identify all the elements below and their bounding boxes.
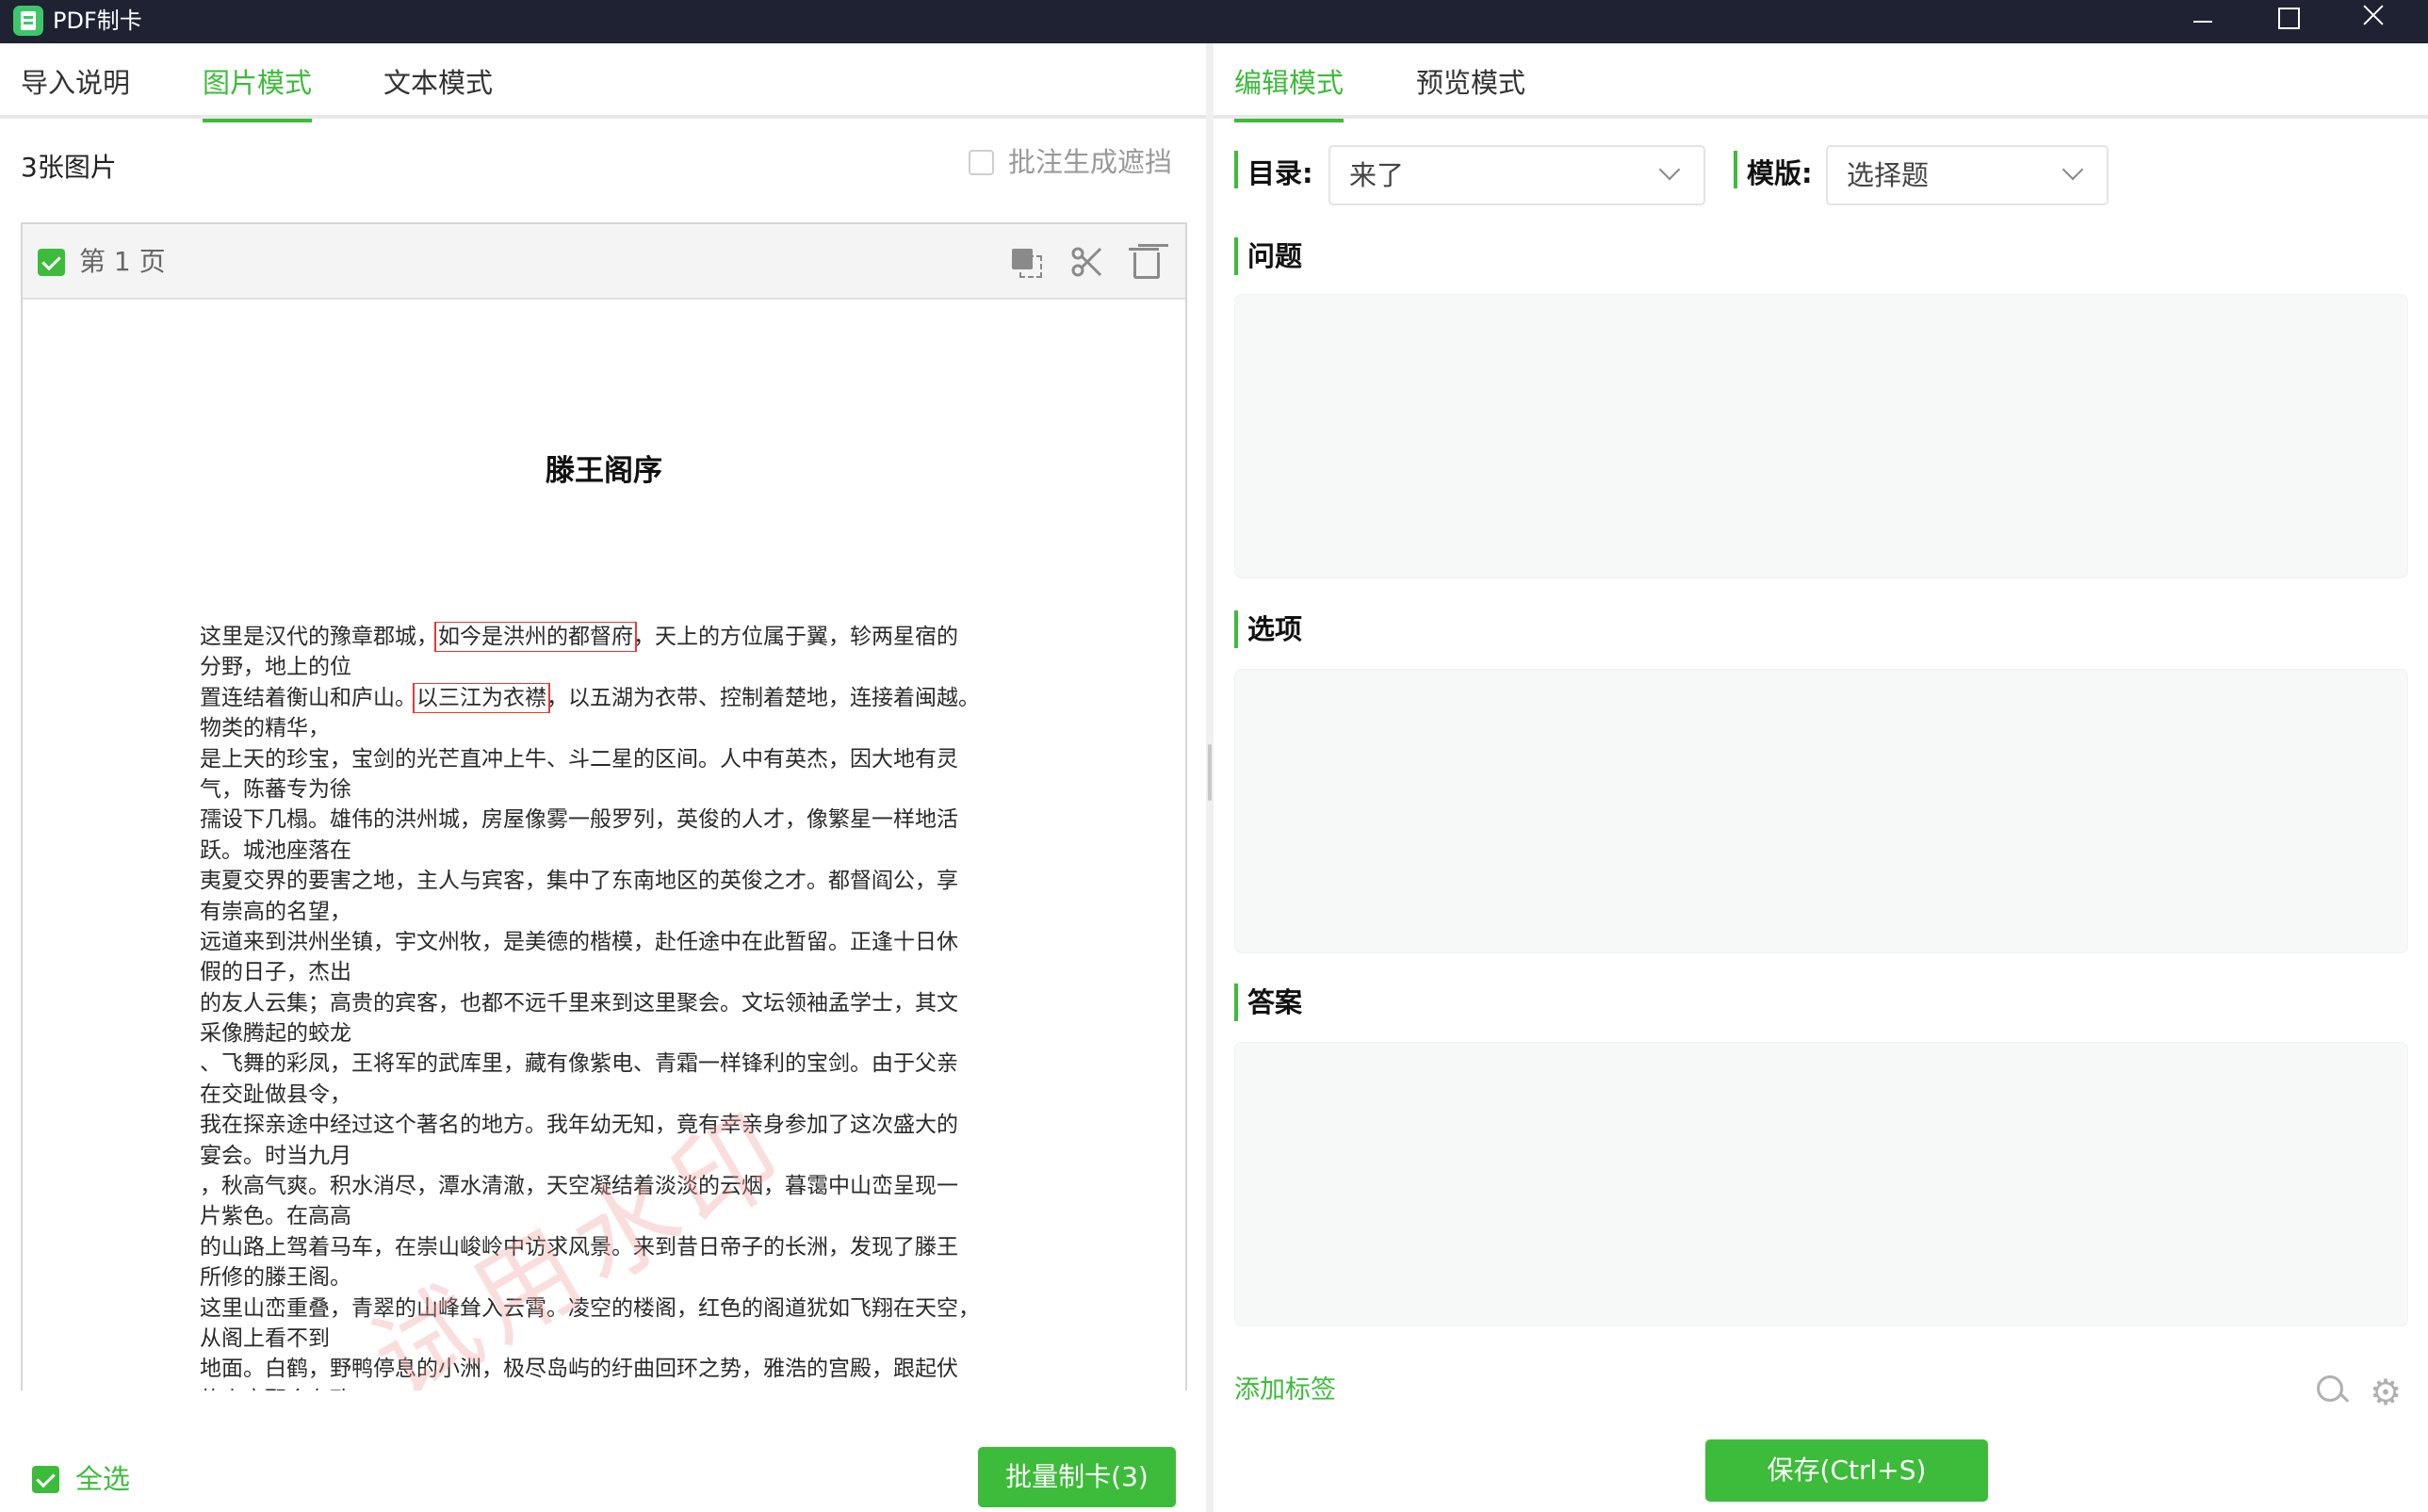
tab-image-mode[interactable]: 图片模式 [203, 64, 313, 122]
left-tab-bar: 导入说明 图片模式 文本模式 [0, 43, 1206, 122]
trash-icon[interactable] [1127, 243, 1165, 281]
line-text: 宴会。时当九月 [200, 1143, 351, 1168]
image-count: 3张图片 [21, 152, 117, 183]
gear-icon[interactable]: ⚙ [2369, 1374, 2403, 1410]
answer-title: 答案 [1247, 986, 1303, 1018]
line-text: 片紫色。在高高 [200, 1204, 351, 1229]
line-text: 在交趾做县令， [200, 1081, 351, 1107]
maximize-icon[interactable] [2250, 0, 2325, 43]
options-editor[interactable] [1234, 669, 2408, 953]
save-button[interactable]: 保存(Ctrl+S) [1705, 1439, 1988, 1502]
line-text: 是上天的珍宝，宝剑的光芒直冲上牛、斗二星的区间。人中有英杰，因大地有灵 [200, 746, 958, 772]
line-text: 采像腾起的蛟龙 [200, 1021, 351, 1047]
line-text: 物类的精华， [200, 716, 330, 741]
options-title: 选项 [1247, 613, 1303, 645]
template-label: 模版: [1747, 157, 1813, 189]
annotation-mask-label[interactable]: 批注生成遮挡 [1008, 143, 1172, 181]
line-text: 有崇高的名望， [200, 899, 351, 924]
answer-accent [1234, 984, 1238, 1021]
scissors-icon[interactable] [1068, 243, 1106, 281]
page-image: 滕王阁序 这里是汉代的豫章郡城，如今是洪州的都督府，天上的方位属于翼，轸两星宿的… [23, 301, 1185, 1445]
window-title: PDF制卡 [53, 8, 142, 34]
line-text: 假的日子，杰出 [200, 960, 351, 985]
line-text: 从阁上看不到 [200, 1325, 330, 1351]
add-tag-link[interactable]: 添加标签 [1234, 1372, 1336, 1409]
tab-text-mode[interactable]: 文本模式 [383, 64, 493, 119]
page-label: 第 1 页 [79, 246, 166, 277]
document-line: 孺设下几榻。雄伟的洪州城，房屋像雾一般罗列，英俊的人才，像繁星一样地活 [200, 805, 1014, 835]
scissors-icon-graphic [1071, 247, 1102, 277]
options-accent [1234, 610, 1238, 648]
line-text: 远道来到洪州坐镇，宇文州牧，是美德的楷模，赴任途中在此暂留。正逢十日休 [200, 929, 958, 954]
line-text: 孺设下几榻。雄伟的洪州城，房屋像雾一般罗列，英俊的人才，像繁星一样地活 [200, 807, 958, 833]
document-line: 是上天的珍宝，宝剑的光芒直冲上牛、斗二星的区间。人中有英杰，因大地有灵 [200, 744, 1014, 774]
line-text: 置连结着衡山和庐山。 [200, 685, 416, 710]
chevron-down-icon [2061, 158, 2084, 181]
question-editor[interactable] [1234, 294, 2408, 578]
page-checkbox[interactable] [38, 249, 65, 276]
template-accent [1734, 151, 1737, 188]
directory-label: 目录: [1247, 157, 1313, 189]
line-text: 所修的滕王阁。 [200, 1265, 351, 1291]
right-panel: 编辑模式 预览模式 目录: 来了 模版: 选择题 问题 选项 答案 添加标签 ⚙… [1214, 43, 2428, 1512]
annotation-mask-checkbox[interactable] [969, 150, 994, 175]
document-line: 远道来到洪州坐镇，宇文州牧，是美德的楷模，赴任途中在此暂留。正逢十日休 [200, 927, 1014, 957]
document-line: 物类的精华， [200, 713, 1014, 743]
line-text: 这里是汉代的豫章郡城， [200, 625, 438, 649]
select-all-label[interactable]: 全选 [75, 1460, 130, 1498]
document-title: 滕王阁序 [546, 454, 662, 488]
directory-accent [1234, 151, 1238, 188]
tab-preview-mode[interactable]: 预览模式 [1416, 64, 1525, 119]
search-icon[interactable] [2315, 1374, 2351, 1409]
select-all-checkbox[interactable] [32, 1466, 59, 1493]
template-select[interactable]: 选择题 [1826, 145, 2109, 205]
template-value: 选择题 [1847, 159, 1930, 191]
document-line: 跃。城池座落在 [200, 836, 1014, 866]
copy-icon[interactable] [1008, 243, 1046, 281]
line-text: 气，陈蕃专为徐 [200, 776, 351, 802]
minimize-icon[interactable] [2165, 0, 2241, 43]
directory-value: 来了 [1349, 159, 1405, 191]
document-line: 有崇高的名望， [200, 897, 1014, 927]
annotation-highlight[interactable]: 如今是洪州的都督府 [434, 622, 637, 653]
close-icon[interactable] [2337, 0, 2412, 43]
left-panel: 导入说明 图片模式 文本模式 3张图片 批注生成遮挡 第 1 页 滕王阁序 这里… [0, 43, 1206, 1512]
chevron-down-icon [1658, 158, 1681, 181]
line-text: ，天上的方位属于翼，轸两星宿的 [633, 625, 958, 649]
left-footer: 全选 批量制卡(3) [0, 1390, 1206, 1512]
question-title: 问题 [1247, 240, 1303, 272]
question-accent [1234, 237, 1238, 275]
tab-import-guide[interactable]: 导入说明 [21, 64, 130, 119]
line-text: 分野，地上的位 [200, 655, 351, 680]
line-text: 夷夏交界的要害之地，主人与宾客，集中了东南地区的英俊之才。都督阎公，享 [200, 869, 958, 894]
resize-handle[interactable] [1208, 744, 1212, 801]
app-icon [13, 6, 43, 36]
document-line: 地面。白鹤，野鸭停息的小洲，极尽岛屿的纡曲回环之势，雅浩的宫殿，跟起伏 [200, 1354, 1014, 1384]
line-text: 跃。城池座落在 [200, 837, 351, 863]
tab-edit-mode[interactable]: 编辑模式 [1234, 64, 1344, 122]
document-line: 这里是汉代的豫章郡城，如今是洪州的都督府，天上的方位属于翼，轸两星宿的 [200, 622, 1014, 653]
page-header: 第 1 页 [23, 224, 1185, 300]
title-bar: PDF制卡 [0, 0, 2428, 43]
answer-editor[interactable] [1234, 1042, 2408, 1326]
line-text: ，以五湖为衣带、控制着楚地，连接着闽越。 [546, 685, 980, 710]
document-line: 从阁上看不到 [200, 1324, 1014, 1354]
document-line: 置连结着衡山和庐山。以三江为衣襟，以五湖为衣带、控制着楚地，连接着闽越。 [200, 682, 1014, 714]
line-text: 地面。白鹤，野鸭停息的小洲，极尽岛屿的纡曲回环之势，雅浩的宫殿，跟起伏 [200, 1357, 958, 1382]
document-line: 夷夏交界的要害之地，主人与宾客，集中了东南地区的英俊之才。都督阎公，享 [200, 866, 1014, 896]
batch-make-cards-button[interactable]: 批量制卡(3) [978, 1447, 1176, 1507]
document-line: 分野，地上的位 [200, 652, 1014, 682]
right-tab-bar: 编辑模式 预览模式 [1214, 43, 2428, 122]
directory-select[interactable]: 来了 [1328, 145, 1705, 205]
page-card: 第 1 页 滕王阁序 这里是汉代的豫章郡城，如今是洪州的都督府，天上的方位属于翼… [21, 222, 1187, 1447]
document-line: 气，陈蕃专为徐 [200, 774, 1014, 805]
annotation-highlight[interactable]: 以三江为衣襟 [413, 682, 550, 714]
